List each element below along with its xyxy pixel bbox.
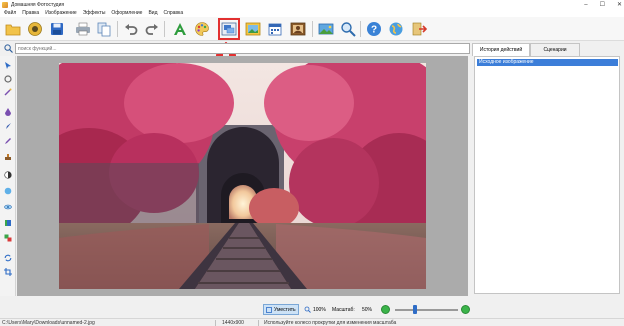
toolbar-separator (117, 21, 118, 37)
toolbar-separator (312, 21, 313, 37)
landscape-icon[interactable] (244, 20, 262, 38)
menu-edit[interactable]: Правка (22, 10, 39, 16)
copy-icon[interactable] (95, 20, 113, 38)
right-panel: История действий Сценарии Исходное изобр… (472, 43, 622, 296)
minimize-icon[interactable]: – (584, 2, 587, 8)
search-icon[interactable] (4, 44, 13, 53)
image-frame-icon[interactable] (218, 18, 240, 40)
palette-icon[interactable] (193, 20, 211, 38)
fit-button[interactable]: Уместить (263, 304, 299, 315)
refresh-icon[interactable] (3, 253, 13, 263)
zoom-in-button[interactable] (461, 305, 470, 314)
panorama-icon[interactable] (317, 20, 335, 38)
pencil-icon[interactable] (3, 136, 13, 146)
status-dimensions: 1440x900 (222, 320, 244, 326)
menu-file[interactable]: Файл (4, 10, 16, 16)
title-bar: Домашняя Фотостудия – ☐ ✕ (0, 0, 624, 9)
menu-view[interactable]: Вид (148, 10, 157, 16)
crop-icon[interactable] (3, 267, 13, 277)
svg-text:?: ? (371, 25, 377, 36)
window-title: Домашняя Фотостудия (11, 1, 65, 8)
drop-icon[interactable] (3, 107, 13, 117)
tab-history[interactable]: История действий (472, 43, 530, 56)
zoom-out-button[interactable] (381, 305, 390, 314)
color-replace-icon[interactable] (3, 233, 13, 243)
contrast-icon[interactable] (3, 170, 13, 180)
undo-icon[interactable] (122, 20, 140, 38)
search-input[interactable] (15, 43, 470, 54)
menu-image[interactable]: Изображение (45, 10, 77, 16)
zoom-icon[interactable] (339, 20, 357, 38)
zoom-100-label: 100% (313, 306, 326, 313)
eye-icon[interactable] (3, 202, 13, 212)
help-icon[interactable]: ? (365, 20, 383, 38)
status-file-path: C:\Users\Mary\Downloads\unnamed-2.jpg (2, 320, 95, 326)
maximize-icon[interactable]: ☐ (600, 1, 605, 8)
menu-help[interactable]: Справка (164, 10, 184, 16)
zoom-slider[interactable] (395, 309, 458, 311)
calendar-icon[interactable] (266, 20, 284, 38)
pointer-icon[interactable] (3, 60, 13, 70)
status-hint: Используйте колесо прокрутки для изменен… (264, 320, 397, 326)
window-controls: – ☐ ✕ (584, 0, 622, 9)
open-folder-icon[interactable] (4, 20, 22, 38)
zoom-100-button[interactable]: 100% (304, 304, 326, 315)
main-toolbar: ? (0, 17, 624, 41)
fit-icon (266, 306, 272, 313)
brush-icon[interactable] (3, 121, 13, 131)
search-bar (2, 43, 470, 54)
status-separator (215, 320, 216, 326)
save-icon[interactable] (48, 20, 66, 38)
frame-icon[interactable] (3, 218, 13, 228)
portrait-icon[interactable] (289, 20, 307, 38)
history-list: Исходное изображение (474, 56, 620, 294)
fit-button-label: Уместить (274, 306, 296, 313)
zoom-slider-thumb[interactable] (413, 305, 417, 314)
stamp-icon[interactable] (3, 152, 13, 162)
status-bar: C:\Users\Mary\Downloads\unnamed-2.jpg 14… (0, 318, 624, 326)
exit-icon[interactable] (410, 20, 428, 38)
toolbar-separator (164, 21, 165, 37)
bottom-toolbar: Уместить 100% Масштаб: 50% (0, 302, 624, 316)
zoom-label: Масштаб: (332, 306, 355, 313)
menu-design[interactable]: Оформление (111, 10, 142, 16)
print-icon[interactable] (74, 20, 92, 38)
left-toolbox (0, 56, 16, 296)
globe-icon[interactable] (387, 20, 405, 38)
hue-icon[interactable] (3, 186, 13, 196)
magic-wand-icon[interactable] (3, 87, 13, 97)
tab-scenarios[interactable]: Сценарии (530, 43, 580, 56)
photo-autumn-tunnel (59, 63, 426, 289)
redo-icon[interactable] (143, 20, 161, 38)
status-separator (258, 320, 259, 326)
menu-effects[interactable]: Эффекты (83, 10, 106, 16)
toolbar-separator (360, 21, 361, 37)
magnifier-icon (304, 306, 311, 313)
app-icon (2, 1, 8, 8)
close-icon[interactable]: ✕ (617, 1, 622, 8)
menu-bar: Файл Правка Изображение Эффекты Оформлен… (0, 9, 624, 17)
panel-tabs: История действий Сценарии (472, 43, 622, 56)
camera-icon[interactable] (26, 20, 44, 38)
rotate-icon[interactable] (3, 74, 13, 84)
text-icon[interactable] (171, 20, 189, 38)
history-item[interactable]: Исходное изображение (477, 59, 618, 66)
zoom-value: 50% (362, 306, 373, 313)
image-canvas[interactable] (17, 56, 468, 296)
